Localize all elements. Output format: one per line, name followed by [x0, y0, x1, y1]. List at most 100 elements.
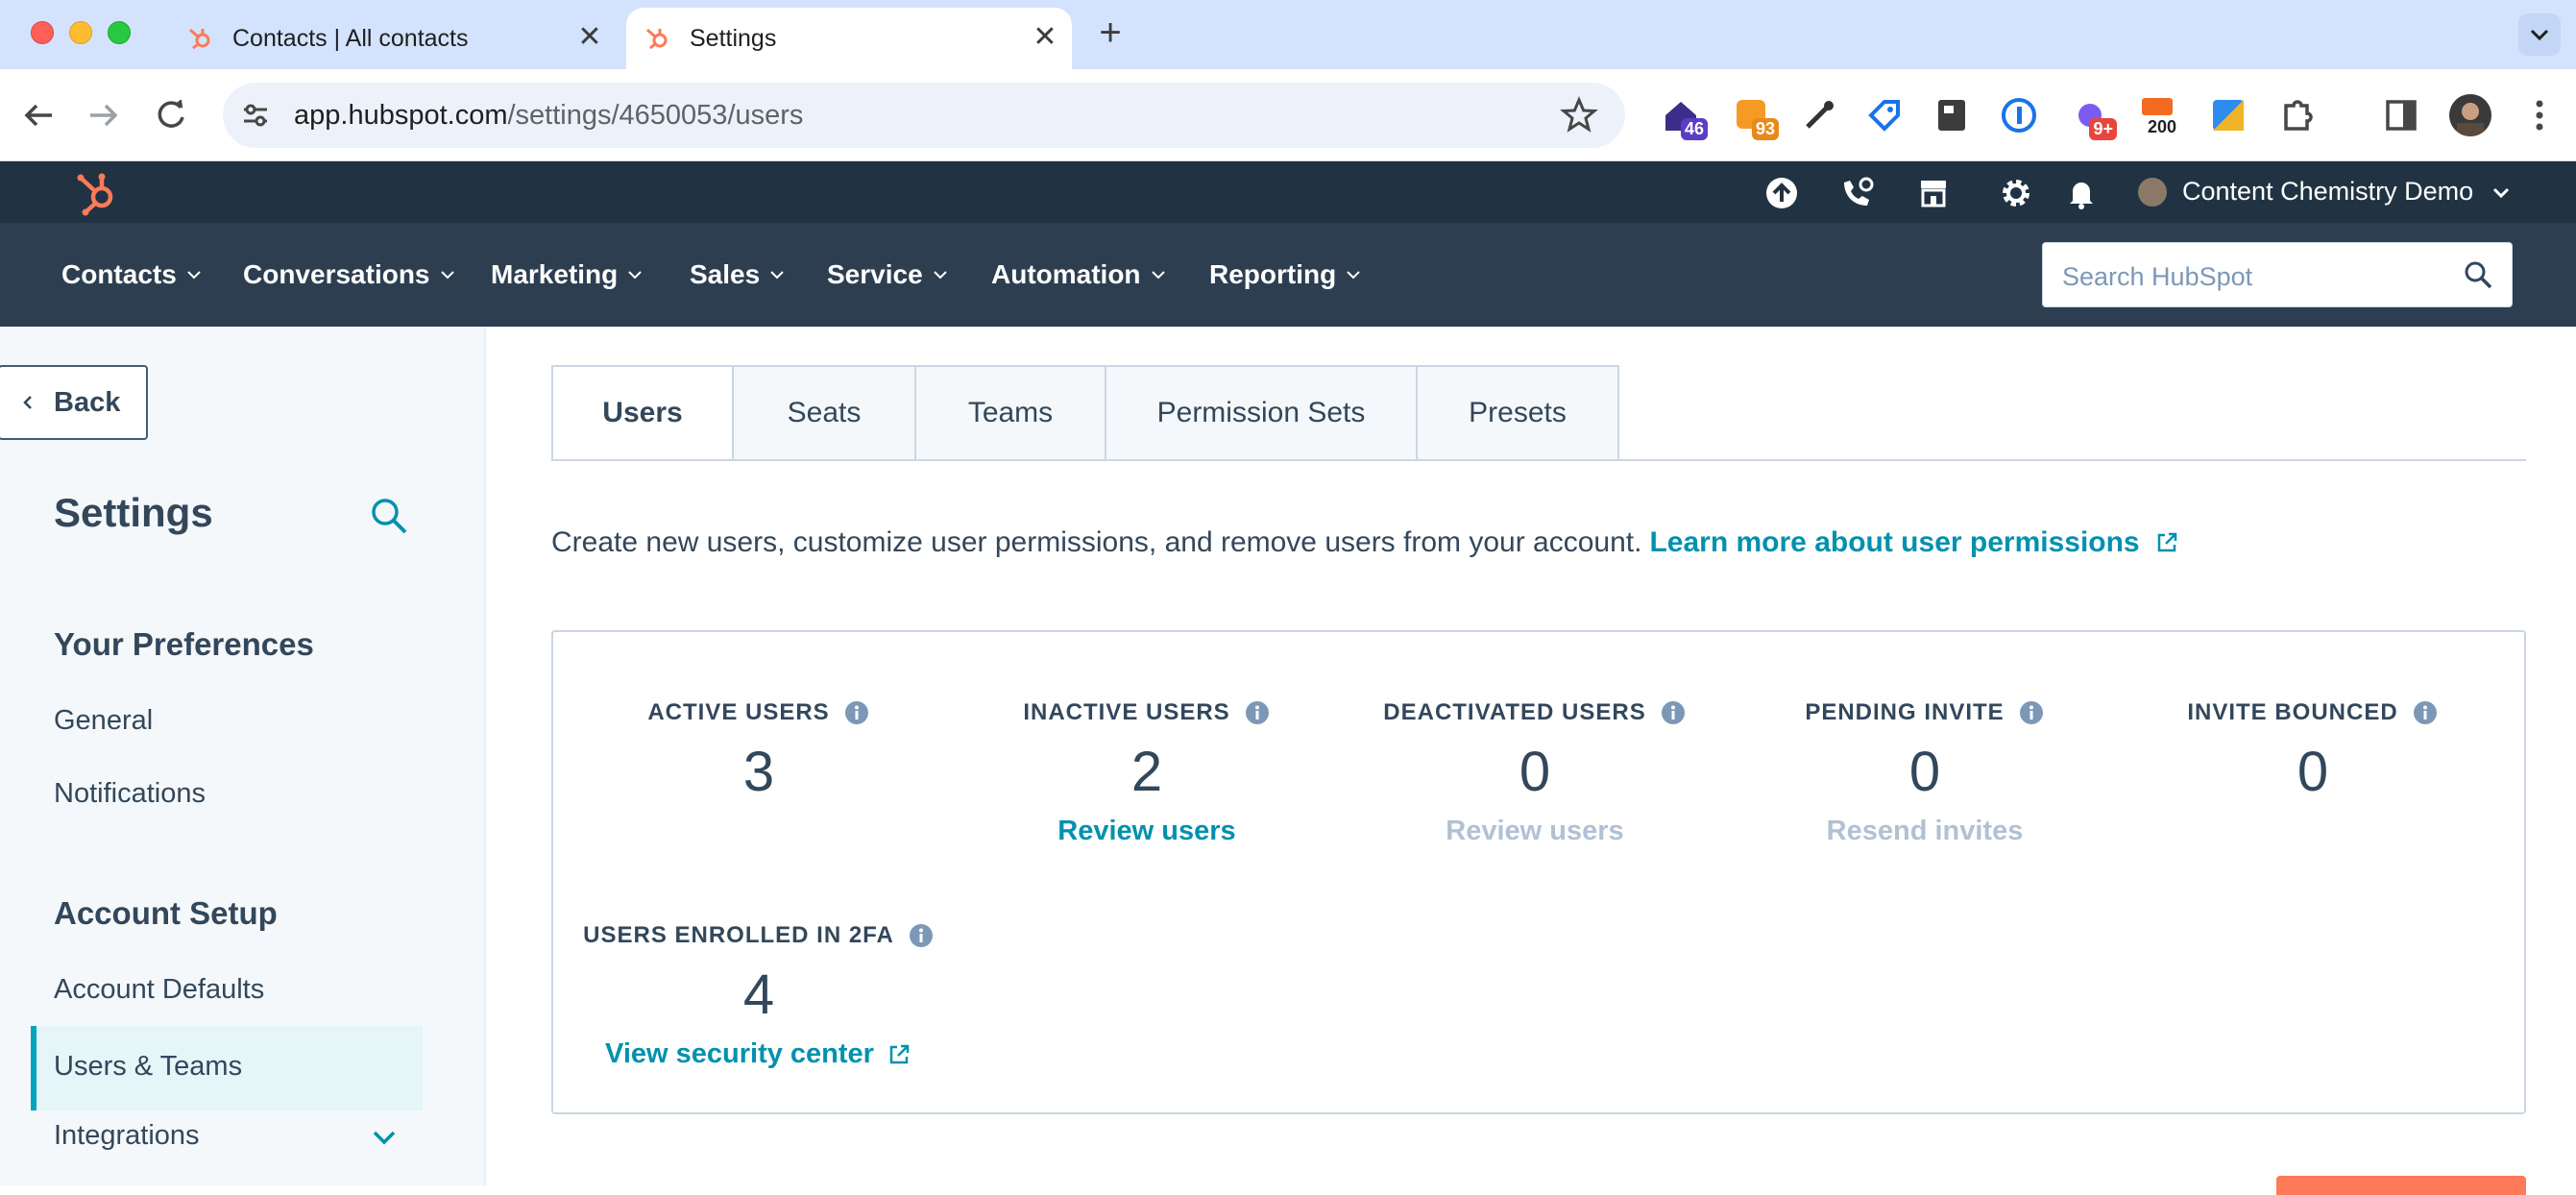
section-heading: Account Setup — [54, 895, 278, 931]
settings-sidebar: Back Settings Your Preferences General N… — [0, 327, 486, 1185]
tab-seats[interactable]: Seats — [734, 365, 916, 461]
settings-tabs: Users Seats Teams Permission Sets Preset… — [551, 365, 1619, 461]
extension-icon[interactable]: 9+ — [2069, 94, 2117, 140]
upgrade-arrow-icon[interactable] — [1763, 175, 1800, 211]
external-link-icon[interactable] — [2153, 529, 2180, 556]
stat-value: 2 — [1130, 741, 1163, 803]
close-tab-icon[interactable]: ✕ — [1028, 21, 1062, 56]
search-input[interactable]: Search HubSpot — [2042, 242, 2513, 307]
sidebar-item-account-defaults[interactable]: Account Defaults — [54, 974, 264, 1006]
tag-extension-icon[interactable] — [1863, 94, 1906, 136]
stat-value: 4 — [742, 963, 775, 1026]
browser-tab-settings[interactable]: Settings ✕ — [626, 8, 1072, 69]
info-icon[interactable] — [1244, 699, 1271, 726]
search-icon[interactable] — [2462, 258, 2494, 291]
resend-invites-link: Resend invites — [1826, 816, 2024, 846]
sidebar-item-users-teams[interactable]: Users & Teams — [31, 1026, 423, 1110]
calling-icon[interactable] — [1838, 175, 1875, 211]
forward-arrow-icon[interactable] — [79, 90, 129, 140]
account-name: Content Chemistry Demo — [2182, 177, 2474, 206]
stat-inactive-users: INACTIVE USERS 2 Review users — [945, 699, 1349, 847]
chevron-down-icon — [440, 271, 454, 280]
avatar[interactable] — [2449, 94, 2491, 136]
tabs-divider — [551, 459, 2526, 461]
sidebar-item-notifications[interactable]: Notifications — [54, 778, 206, 810]
document-extension-icon[interactable] — [1931, 94, 1973, 136]
extension-icon[interactable]: 200 — [2136, 94, 2180, 138]
nav-item-automation[interactable]: Automation — [991, 259, 1166, 290]
nav-item-contacts[interactable]: Contacts — [61, 259, 202, 290]
color-extension-icon[interactable] — [2207, 94, 2249, 136]
info-icon[interactable] — [2412, 699, 2439, 726]
section-heading: Your Preferences — [54, 626, 314, 662]
info-icon[interactable] — [1660, 699, 1687, 726]
browser-tab-strip: Contacts | All contacts ✕ Settings ✕ + — [0, 0, 2576, 69]
puzzle-extensions-icon[interactable] — [2276, 94, 2319, 136]
bookmark-star-icon[interactable] — [1560, 96, 1598, 134]
avatar — [2138, 177, 2167, 207]
primary-action-button[interactable] — [2276, 1176, 2526, 1195]
new-tab-icon[interactable]: + — [1091, 13, 1130, 52]
learn-more-link[interactable]: Learn more about user permissions — [1649, 526, 2139, 559]
chevron-down-icon — [628, 271, 642, 280]
browser-toolbar: app.hubspot.com/settings/4650053/users 4… — [0, 69, 2576, 161]
reload-icon[interactable] — [146, 90, 196, 140]
chevron-down-icon — [2493, 187, 2510, 198]
window-maximize-button[interactable] — [108, 21, 131, 44]
close-tab-icon[interactable]: ✕ — [572, 21, 607, 56]
browser-menu-icon[interactable] — [2518, 94, 2561, 136]
marketplace-icon[interactable] — [1915, 175, 1952, 211]
chevron-down-icon[interactable] — [369, 1122, 400, 1153]
user-stats-card: ACTIVE USERS 3 INACTIVE USERS 2 Review u… — [551, 630, 2526, 1114]
hubspot-favicon-icon — [646, 28, 668, 50]
stat-pending-invite: PENDING INVITE 0 Resend invites — [1723, 699, 2126, 847]
extension-icon[interactable]: 46 — [1660, 94, 1708, 140]
review-deactivated-users-link: Review users — [1446, 816, 1624, 846]
tab-permission-sets[interactable]: Permission Sets — [1106, 365, 1418, 461]
url-text: app.hubspot.com/settings/4650053/users — [294, 100, 804, 131]
stat-value: 0 — [1519, 741, 1551, 803]
tab-users[interactable]: Users — [551, 365, 734, 461]
account-menu[interactable]: Content Chemistry Demo — [2138, 177, 2512, 207]
info-icon[interactable] — [843, 699, 870, 726]
address-bar[interactable]: app.hubspot.com/settings/4650053/users — [223, 83, 1625, 148]
back-arrow-icon[interactable] — [13, 90, 63, 140]
nav-item-service[interactable]: Service — [827, 259, 948, 290]
tab-teams[interactable]: Teams — [916, 365, 1106, 461]
side-panel-icon[interactable] — [2380, 94, 2422, 136]
chevron-down-icon — [2530, 29, 2549, 41]
sidebar-item-integrations[interactable]: Integrations — [54, 1120, 200, 1152]
info-icon[interactable] — [2018, 699, 2045, 726]
stat-value: 3 — [742, 741, 775, 803]
nav-item-reporting[interactable]: Reporting — [1209, 259, 1361, 290]
tab-title: Contacts | All contacts — [232, 24, 469, 52]
search-icon[interactable] — [367, 494, 411, 538]
stat-active-users: ACTIVE USERS 3 — [557, 699, 960, 804]
nav-item-marketing[interactable]: Marketing — [491, 259, 643, 290]
search-placeholder: Search HubSpot — [2062, 262, 2253, 291]
extension-icon[interactable]: 93 — [1731, 94, 1779, 140]
chevron-left-icon — [23, 396, 32, 409]
chevron-down-icon — [1347, 271, 1360, 280]
browser-tab-contacts[interactable]: Contacts | All contacts ✕ — [175, 8, 617, 69]
password-manager-icon[interactable] — [1998, 94, 2040, 136]
window-minimize-button[interactable] — [69, 21, 92, 44]
tab-presets[interactable]: Presets — [1418, 365, 1619, 461]
site-info-icon[interactable] — [240, 100, 271, 131]
window-close-button[interactable] — [31, 21, 54, 44]
back-button[interactable]: Back — [0, 365, 148, 440]
view-security-center-link[interactable]: View security center — [605, 1038, 912, 1070]
review-inactive-users-link[interactable]: Review users — [945, 816, 1349, 847]
chevron-down-icon — [1151, 271, 1165, 280]
bell-icon[interactable] — [2063, 175, 2100, 211]
tab-search-button[interactable] — [2518, 13, 2561, 56]
intro-text: Create new users, customize user permiss… — [551, 526, 2180, 559]
nav-item-conversations[interactable]: Conversations — [243, 259, 455, 290]
nav-item-sales[interactable]: Sales — [690, 259, 785, 290]
hubspot-logo-icon[interactable] — [75, 169, 123, 217]
chevron-down-icon — [770, 271, 784, 280]
info-icon[interactable] — [908, 922, 935, 949]
sidebar-item-general[interactable]: General — [54, 705, 153, 737]
gear-icon[interactable] — [1998, 175, 2034, 211]
pen-extension-icon[interactable] — [1798, 94, 1840, 136]
